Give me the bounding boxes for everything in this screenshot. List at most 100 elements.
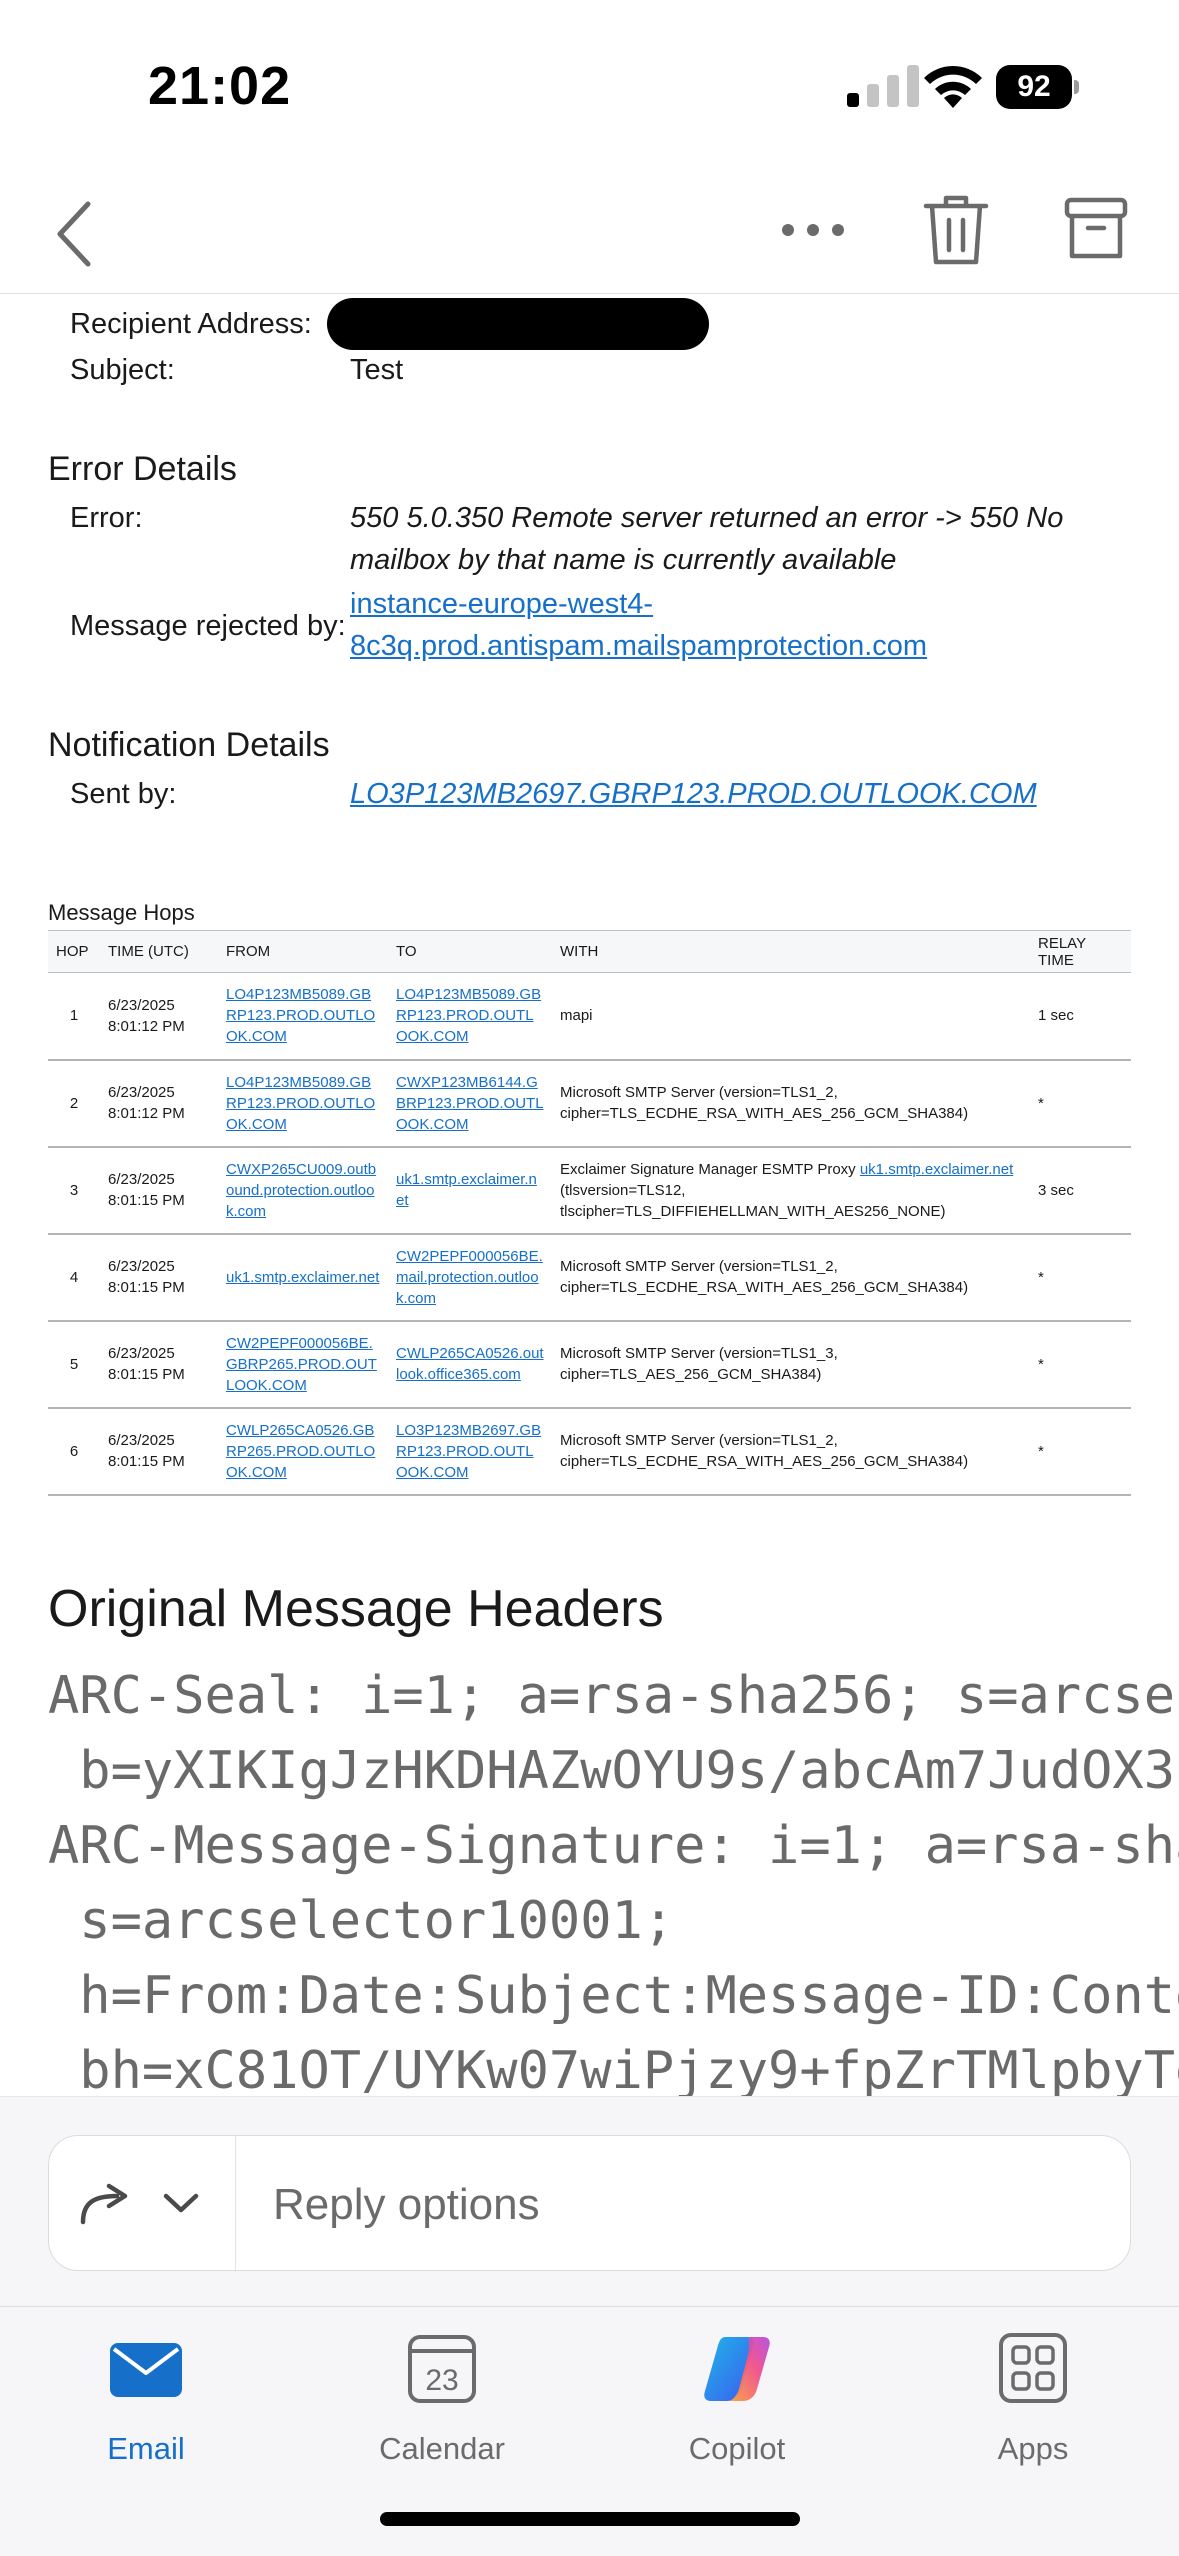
- message-body: Recipient Address: Subject: Test Error D…: [0, 294, 1179, 2096]
- battery-level: 92: [996, 65, 1072, 109]
- header-hop: HOP: [48, 930, 100, 973]
- hop-from-link[interactable]: CWXP265CU009.outbound.protection.outlook…: [226, 1161, 376, 1220]
- hop-time: 6/23/2025 8:01:12 PM: [100, 1059, 218, 1148]
- hop-relay: *: [1030, 1059, 1131, 1148]
- header-relay-time: RELAY TIME: [1030, 930, 1131, 973]
- tab-copilot[interactable]: Copilot: [617, 2327, 857, 2487]
- cellular-signal-icon: [847, 65, 919, 107]
- hop-from-link[interactable]: CWLP265CA0526.GBRP265.PROD.OUTLOOK.COM: [226, 1422, 375, 1481]
- tab-calendar-label: Calendar: [379, 2431, 505, 2466]
- header-line: s=arcselector10001;: [48, 1891, 675, 1951]
- hop-time: 6/23/2025 8:01:12 PM: [100, 972, 218, 1061]
- error-label: Error:: [70, 502, 143, 534]
- table-row: 4 6/23/2025 8:01:15 PM uk1.smtp.exclaimer…: [48, 1233, 1131, 1322]
- hop-relay: *: [1030, 1320, 1131, 1409]
- hop-with: mapi: [552, 972, 1030, 1061]
- hop-with: Exclaimer Signature Manager ESMTP Proxy …: [552, 1146, 1030, 1235]
- wifi-icon: [924, 65, 982, 108]
- status-time: 21:02: [148, 56, 292, 116]
- trash-icon[interactable]: [922, 192, 990, 268]
- hop-with: Microsoft SMTP Server (version=TLS1_2, ci…: [552, 1407, 1030, 1496]
- battery-indicator: 92: [996, 65, 1080, 109]
- header-with: WITH: [552, 930, 1030, 973]
- original-headers-title: Original Message Headers: [48, 1580, 664, 1638]
- rejected-by-link-1[interactable]: instance-europe-west4-: [350, 588, 653, 621]
- hop-number: 5: [48, 1320, 100, 1409]
- hop-with: Microsoft SMTP Server (version=TLS1_2, ci…: [552, 1059, 1030, 1148]
- rejected-by-link-2[interactable]: 8c3q.prod.antispam.mailspamprotection.co…: [350, 630, 927, 663]
- hop-time: 6/23/2025 8:01:15 PM: [100, 1407, 218, 1496]
- hop-to: uk1.smtp.exclaimer.net: [388, 1146, 552, 1235]
- table-row: 5 6/23/2025 8:01:15 PM CW2PEPF000056BE.GB…: [48, 1320, 1131, 1409]
- hop-from: CWLP265CA0526.GBRP265.PROD.OUTLOOK.COM: [218, 1407, 388, 1496]
- hop-from: CWXP265CU009.outbound.protection.outlook…: [218, 1146, 388, 1235]
- hop-from-link[interactable]: LO4P123MB5089.GBRP123.PROD.OUTLOOK.COM: [226, 986, 375, 1045]
- header-line: bh=xC81OT/UYKw07wiPjzy9+fpZrTMlpbyTeD: [48, 2041, 1179, 2096]
- reply-options-box[interactable]: Reply options: [48, 2135, 1131, 2272]
- mail-icon: [110, 2343, 182, 2397]
- header-to: TO: [388, 930, 552, 973]
- error-details-title: Error Details: [48, 450, 237, 488]
- tab-email[interactable]: Email: [26, 2327, 266, 2487]
- reply-options-label[interactable]: Reply options: [273, 2180, 540, 2230]
- hop-from: uk1.smtp.exclaimer.net: [218, 1233, 388, 1322]
- home-indicator: [380, 2512, 800, 2526]
- hop-to: CWLP265CA0526.outlook.office365.com: [388, 1320, 552, 1409]
- header-time: TIME (UTC): [100, 930, 218, 973]
- hop-number: 2: [48, 1059, 100, 1148]
- redacted-recipient: [327, 298, 709, 350]
- recipient-label: Recipient Address:: [70, 308, 312, 340]
- hop-to: CWXP123MB6144.GBRP123.PROD.OUTLOOK.COM: [388, 1059, 552, 1148]
- hop-time: 6/23/2025 8:01:15 PM: [100, 1146, 218, 1235]
- hop-relay: *: [1030, 1233, 1131, 1322]
- hop-from-link[interactable]: CW2PEPF000056BE.GBRP265.PROD.OUTLOOK.COM: [226, 1335, 377, 1394]
- apps-grid-icon: [999, 2333, 1067, 2403]
- hop-to-link[interactable]: CWXP123MB6144.GBRP123.PROD.OUTLOOK.COM: [396, 1074, 544, 1133]
- header-line: h=From:Date:Subject:Message-ID:Content-T…: [79, 1966, 1179, 2026]
- copilot-icon: [704, 2337, 770, 2401]
- hop-from: CW2PEPF000056BE.GBRP265.PROD.OUTLOOK.COM: [218, 1320, 388, 1409]
- hop-to-link[interactable]: LO3P123MB2697.GBRP123.PROD.OUTLOOK.COM: [396, 1422, 541, 1481]
- error-line-2: mailbox by that name is currently availa…: [350, 544, 897, 576]
- hop-with-link[interactable]: uk1.smtp.exclaimer.net: [860, 1161, 1013, 1178]
- hop-to-link[interactable]: LO4P123MB5089.GBRP123.PROD.OUTLOOK.COM: [396, 986, 541, 1045]
- tab-apps[interactable]: Apps: [913, 2327, 1153, 2487]
- calendar-icon: 23: [408, 2335, 476, 2403]
- table-row: 2 6/23/2025 8:01:12 PM LO4P123MB5089.GBRP…: [48, 1059, 1131, 1148]
- ellipsis-icon[interactable]: [776, 200, 850, 260]
- hop-with: Microsoft SMTP Server (version=TLS1_2, ci…: [552, 1233, 1030, 1322]
- hop-number: 4: [48, 1233, 100, 1322]
- hop-relay: 3 sec: [1030, 1146, 1131, 1235]
- hop-with: Microsoft SMTP Server (version=TLS1_3, ci…: [552, 1320, 1030, 1409]
- subject-value: Test: [350, 354, 404, 386]
- table-row: 3 6/23/2025 8:01:15 PM CWXP265CU009.outbo…: [48, 1146, 1131, 1235]
- hop-from: LO4P123MB5089.GBRP123.PROD.OUTLOOK.COM: [218, 1059, 388, 1148]
- error-line-1: 550 5.0.350 Remote server returned an er…: [350, 502, 1064, 534]
- hop-time: 6/23/2025 8:01:15 PM: [100, 1320, 218, 1409]
- sent-by-label: Sent by:: [70, 778, 177, 810]
- hop-relay: 1 sec: [1030, 972, 1131, 1061]
- chevron-left-icon[interactable]: [48, 194, 104, 274]
- reply-divider: [235, 2136, 236, 2272]
- archive-icon[interactable]: [1064, 194, 1128, 264]
- hop-from-link[interactable]: uk1.smtp.exclaimer.net: [226, 1269, 379, 1286]
- hop-to-link[interactable]: uk1.smtp.exclaimer.net: [396, 1171, 537, 1209]
- sent-by-link[interactable]: LO3P123MB2697.GBRP123.PROD.OUTLOOK.COM: [350, 778, 1037, 811]
- calendar-date: 23: [425, 2364, 458, 2397]
- hop-time: 6/23/2025 8:01:15 PM: [100, 1233, 218, 1322]
- hop-to-link[interactable]: CW2PEPF000056BE.mail.protection.outlook.…: [396, 1248, 543, 1307]
- battery-tip: [1074, 80, 1079, 94]
- hops-header-row: HOP TIME (UTC) FROM TO WITH RELAY TIME: [48, 930, 1131, 973]
- chevron-down-icon[interactable]: [161, 2188, 201, 2218]
- tab-email-label: Email: [107, 2431, 185, 2466]
- hop-from-link[interactable]: LO4P123MB5089.GBRP123.PROD.OUTLOOK.COM: [226, 1074, 375, 1133]
- subject-label: Subject:: [70, 354, 175, 386]
- tab-copilot-label: Copilot: [688, 2431, 786, 2466]
- header-line: ARC-Message-Signature: i=1; a=rsa-sha256…: [48, 1816, 1179, 1876]
- reply-bar: Reply options: [0, 2096, 1179, 2306]
- notification-details-title: Notification Details: [48, 726, 330, 764]
- hop-to-link[interactable]: CWLP265CA0526.outlook.office365.com: [396, 1345, 544, 1383]
- forward-arrow-icon[interactable]: [77, 2178, 137, 2228]
- hop-number: 3: [48, 1146, 100, 1235]
- tab-calendar[interactable]: 23 Calendar: [322, 2327, 562, 2487]
